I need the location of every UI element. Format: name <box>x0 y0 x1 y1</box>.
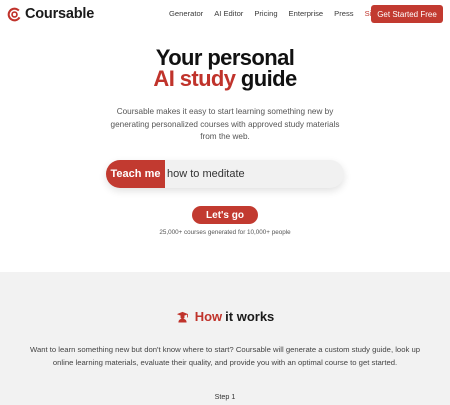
course-search-bar: Teach me <box>106 160 344 188</box>
lets-go-button[interactable]: Let's go <box>192 206 258 224</box>
brand-name: Coursable <box>25 6 95 22</box>
how-accent: How <box>194 309 223 324</box>
topic-input[interactable] <box>166 160 336 188</box>
usage-stats: 25,000+ courses generated for 10,000+ pe… <box>159 229 291 236</box>
nav-links: Generator AI Editor Pricing Enterprise P… <box>169 9 399 18</box>
how-it-works-section: How it works Want to learn something new… <box>0 272 450 405</box>
top-nav: Coursable Generator AI Editor Pricing En… <box>0 0 450 28</box>
step-label: Step 1 <box>214 392 236 401</box>
hero-title-line2: AI study guide <box>0 66 450 92</box>
how-it-works-heading: How it works <box>0 309 450 324</box>
get-started-button[interactable]: Get Started Free <box>371 5 443 23</box>
how-rest: it works <box>225 309 275 324</box>
teach-me-label: Teach me <box>106 160 165 188</box>
nav-link-enterprise[interactable]: Enterprise <box>289 9 324 18</box>
hero-description: Coursable makes it easy to start learnin… <box>110 107 340 141</box>
coursable-logo-icon <box>7 7 22 21</box>
logo[interactable]: Coursable <box>7 6 94 22</box>
how-it-works-description: Want to learn something new but don't kn… <box>29 345 421 367</box>
hero-title-rest: guide <box>240 66 297 91</box>
nav-link-pricing[interactable]: Pricing <box>254 9 277 18</box>
nav-link-ai-editor[interactable]: AI Editor <box>214 9 243 18</box>
nav-link-generator[interactable]: Generator <box>169 9 203 18</box>
nav-link-press[interactable]: Press <box>334 9 353 18</box>
hero-title-accent: AI study <box>153 66 236 91</box>
graduate-icon <box>176 311 188 323</box>
